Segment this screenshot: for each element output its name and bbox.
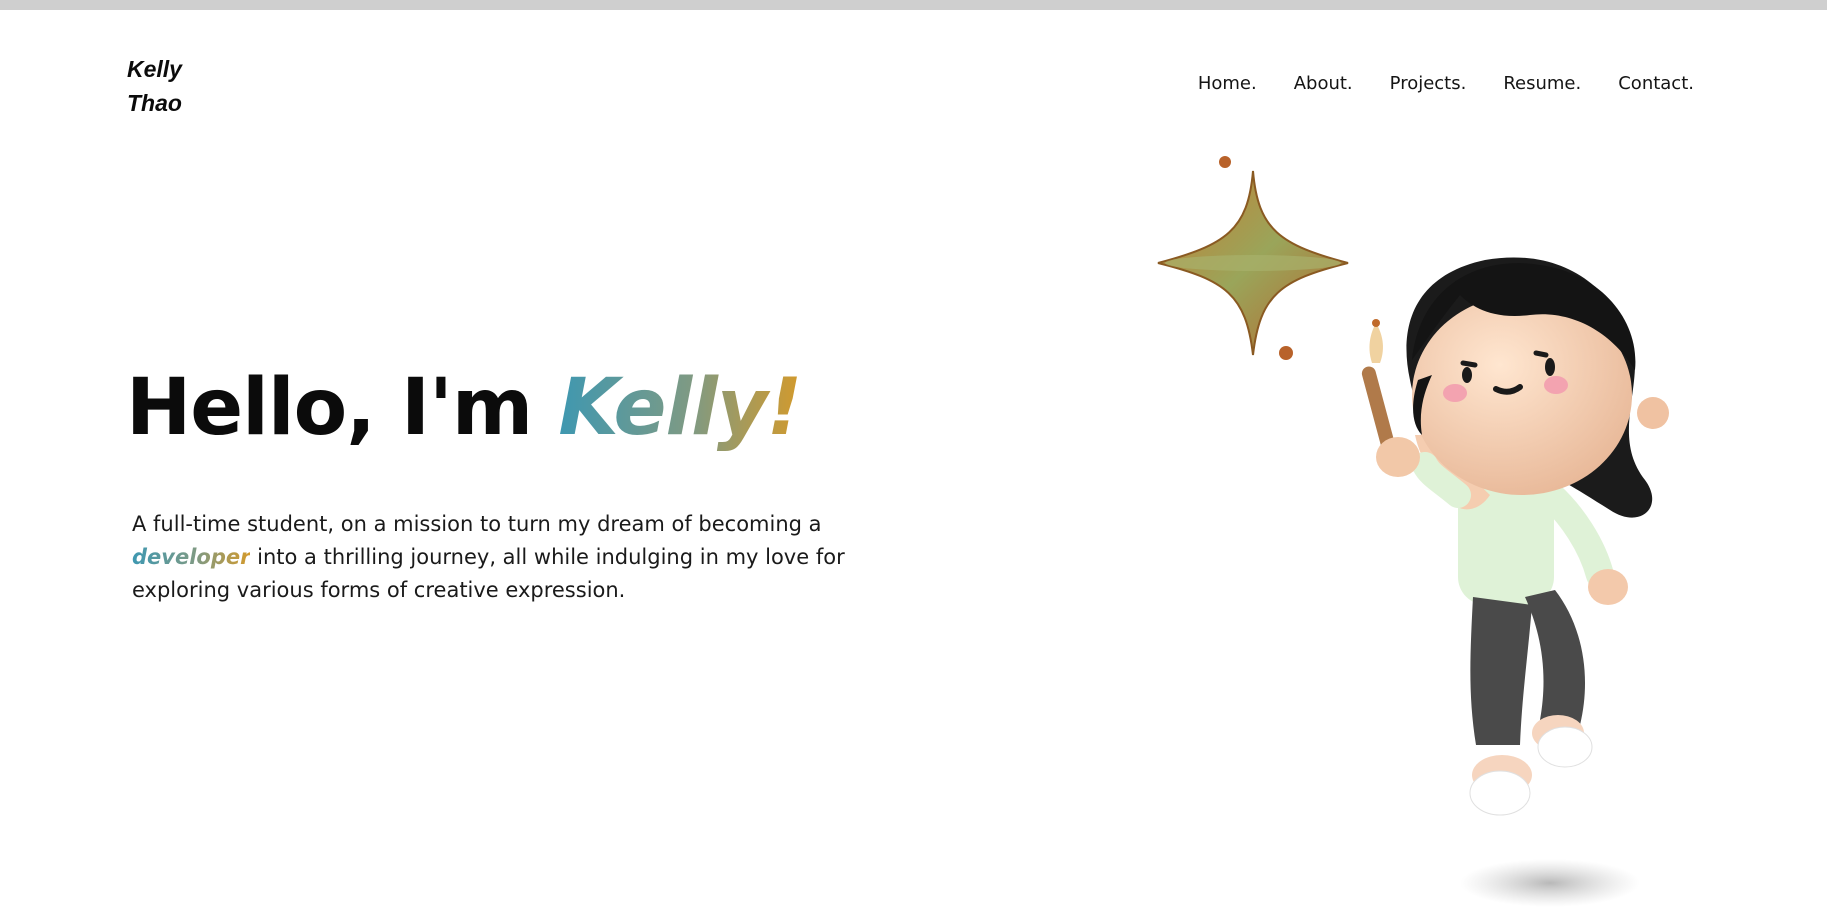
intro-text-start: A full-time student, on a mission to tur…: [132, 512, 822, 536]
intro-paragraph: A full-time student, on a mission to tur…: [132, 508, 922, 607]
avatar-figure: [1361, 257, 1669, 816]
hero-name: Kelly!: [558, 363, 802, 453]
logo-last-name: Thao: [127, 90, 182, 116]
nav-home-link[interactable]: Home.: [1198, 73, 1257, 94]
nav-contact-link[interactable]: Contact.: [1618, 73, 1694, 94]
hero-greeting: Hello, I'm: [126, 363, 559, 453]
main-nav: Home. About. Projects. Resume. Contact.: [1198, 70, 1694, 96]
nav-about-link[interactable]: About.: [1294, 73, 1353, 94]
sparkle-star-icon: [1157, 156, 1349, 360]
page: Kelly Thao Home. About. Projects. Resume…: [0, 0, 1827, 907]
ground-shadow: [1460, 859, 1640, 907]
intro-highlight-developer: developer: [132, 545, 251, 569]
nav-projects-link[interactable]: Projects.: [1390, 73, 1467, 94]
nav-resume-link[interactable]: Resume.: [1503, 73, 1581, 94]
logo-first-name: Kelly: [127, 56, 182, 82]
avatar-illustration: [1157, 156, 1669, 907]
hero-heading: Hello, I'm Kelly!: [126, 360, 802, 456]
top-border-strip: [0, 0, 1827, 10]
site-logo[interactable]: Kelly Thao: [127, 52, 182, 120]
